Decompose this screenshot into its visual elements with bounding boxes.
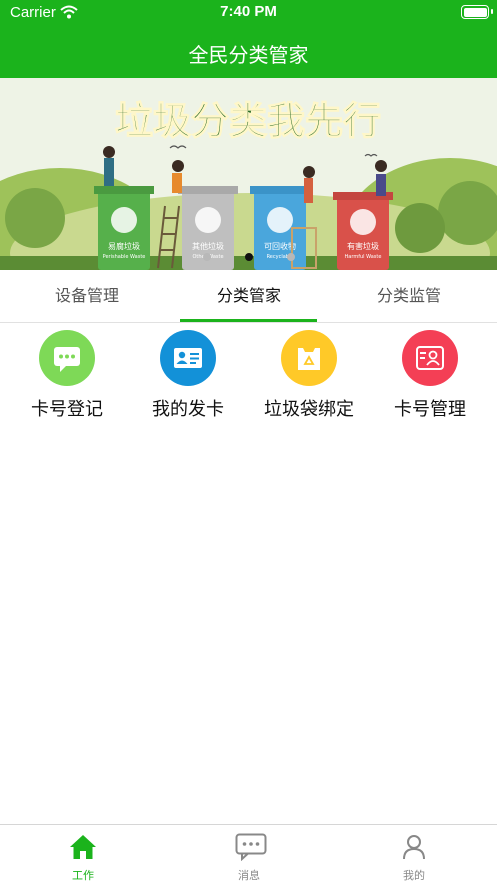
- page-title: 全民分类管家: [188, 43, 309, 67]
- grid-item-label: 卡号登记: [31, 399, 103, 420]
- carousel-dot[interactable]: [286, 253, 295, 261]
- profile-card-icon: [402, 330, 458, 386]
- bottom-tab-bar: 工作 消息 我的: [0, 824, 497, 883]
- user-icon: [400, 833, 428, 861]
- clock: 7:40 PM: [220, 3, 277, 20]
- status-bar: Carrier 7:40 PM: [0, 0, 497, 26]
- grid-item-label: 卡号管理: [394, 399, 466, 420]
- carousel-indicator[interactable]: [0, 246, 497, 265]
- grid-item-my-cards[interactable]: 我的发卡: [126, 330, 250, 421]
- battery-icon: [461, 5, 493, 19]
- segment-tabs: 设备管理 分类管家 分类监管: [0, 270, 497, 323]
- carousel-dot-active[interactable]: [244, 253, 253, 261]
- grid-item-card-register[interactable]: 卡号登记: [5, 330, 129, 421]
- tabbar-item-messages[interactable]: 消息: [166, 825, 332, 883]
- id-card-icon: [160, 330, 216, 386]
- tab-classification-supervision[interactable]: 分类监管: [326, 270, 492, 322]
- tabbar-item-mine[interactable]: 我的: [331, 825, 497, 883]
- grid-item-label: 垃圾袋绑定: [264, 399, 354, 420]
- tab-active-indicator: [180, 319, 317, 322]
- message-icon: [235, 833, 267, 862]
- banner-illustration: 易腐垃圾 其他垃圾 可回收物 有害垃圾 Perishable Waste Oth…: [0, 78, 497, 270]
- chat-card-icon: [39, 330, 95, 386]
- nav-bar: 全民分类管家: [0, 26, 497, 78]
- grid-item-card-management[interactable]: 卡号管理: [368, 330, 492, 421]
- grid-item-bag-binding[interactable]: 垃圾袋绑定: [247, 330, 371, 421]
- tabbar-label: 工作: [72, 869, 94, 882]
- banner-carousel[interactable]: 易腐垃圾 其他垃圾 可回收物 有害垃圾 Perishable Waste Oth…: [0, 78, 497, 270]
- tab-classification-manager[interactable]: 分类管家: [166, 270, 332, 322]
- carousel-dot[interactable]: [202, 253, 211, 261]
- grid-item-label: 我的发卡: [152, 399, 224, 420]
- banner-headline: 垃圾分类我先行: [115, 98, 381, 143]
- home-icon: [69, 833, 97, 861]
- recycle-bag-icon: [281, 330, 337, 386]
- tabbar-item-work[interactable]: 工作: [0, 825, 166, 883]
- function-grid: 卡号登记 我的发卡 垃圾袋绑定 卡号管理: [0, 330, 497, 430]
- tabbar-label: 消息: [238, 869, 260, 882]
- tab-device-management[interactable]: 设备管理: [4, 270, 170, 322]
- tabbar-label: 我的: [403, 869, 425, 882]
